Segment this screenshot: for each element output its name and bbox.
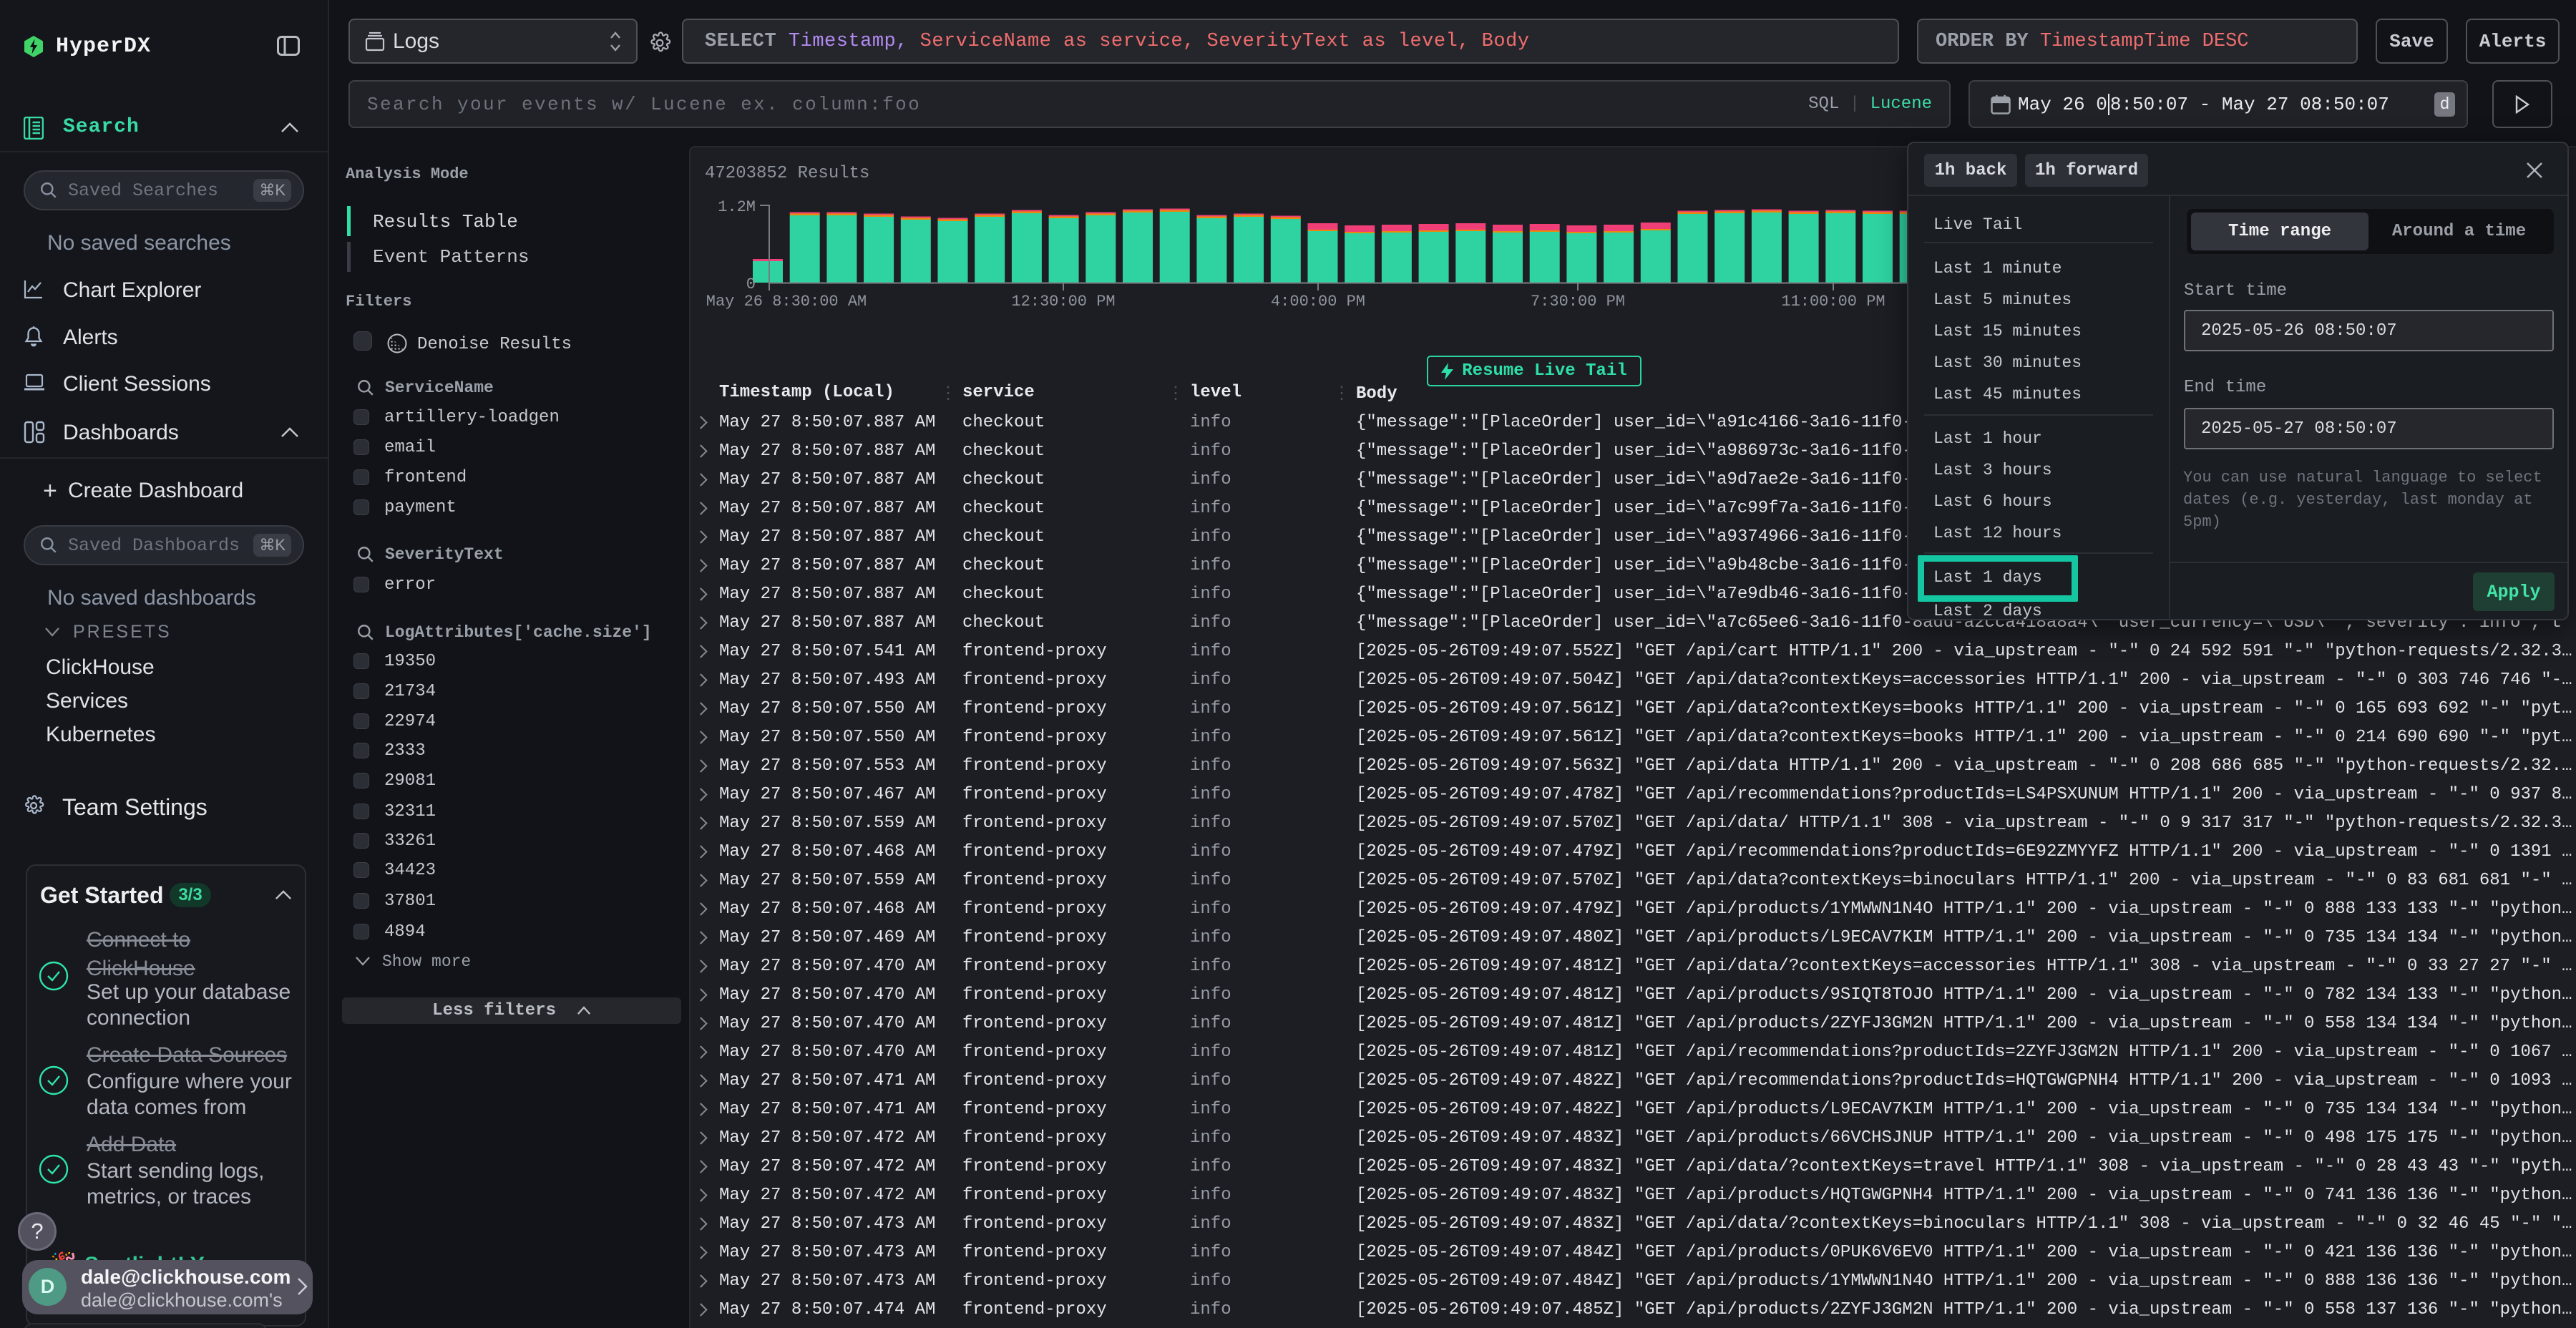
svg-text:11:00:00 PM: 11:00:00 PM [1781, 293, 1885, 311]
svg-text:7:30:00 PM: 7:30:00 PM [1531, 293, 1625, 311]
svg-text:12:30:00 PM: 12:30:00 PM [1011, 293, 1115, 311]
svg-text:1.2M: 1.2M [718, 198, 756, 216]
svg-text:0: 0 [746, 275, 756, 293]
svg-text:4:00:00 PM: 4:00:00 PM [1271, 293, 1365, 311]
svg-text:May 26 8:30:00 AM: May 26 8:30:00 AM [706, 293, 867, 311]
